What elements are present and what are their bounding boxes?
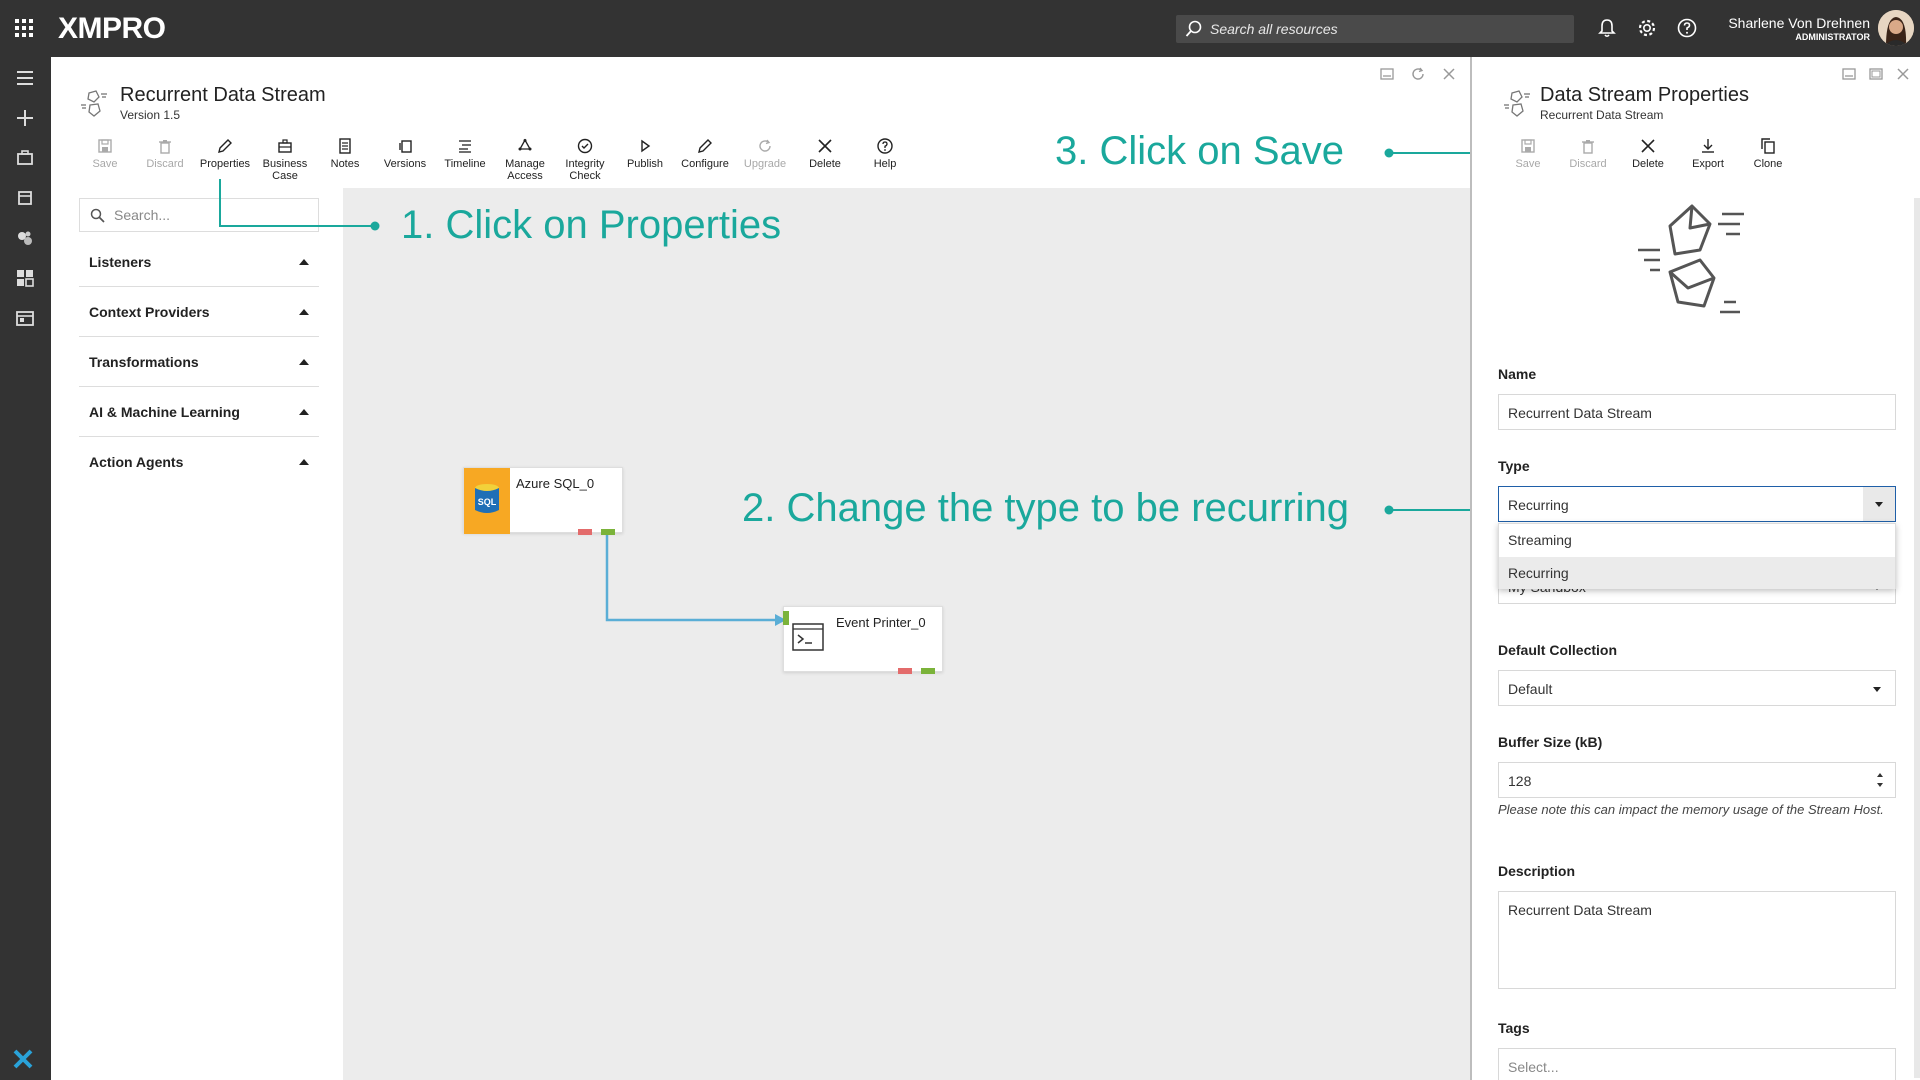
clone-label: Clone <box>1753 158 1783 170</box>
option-label: Recurring <box>1508 565 1569 581</box>
tags-label: Tags <box>1498 1020 1530 1036</box>
properties-title: Data Stream Properties <box>1540 84 1749 106</box>
maximize-icon[interactable] <box>1867 65 1885 83</box>
annotation-step-3: 3. Click on Save <box>1055 129 1345 173</box>
delete-button[interactable]: Delete <box>1618 137 1678 170</box>
default-collection-value: Default <box>1508 681 1553 697</box>
save-icon <box>1521 139 1535 153</box>
stepper-icon[interactable] <box>1875 769 1885 791</box>
annotation-step-2: 2. Change the type to be recurring <box>742 486 1350 530</box>
minimize-icon[interactable] <box>1840 65 1858 83</box>
name-value: Recurrent Data Stream <box>1508 405 1652 421</box>
export-label: Export <box>1692 158 1724 170</box>
properties-panel: Data Stream Properties Recurrent Data St… <box>1470 57 1920 1080</box>
chevron-down-icon <box>1873 687 1881 692</box>
data-stream-icon <box>1504 90 1530 117</box>
type-label: Type <box>1498 458 1530 474</box>
discard-button[interactable]: Discard <box>1558 137 1618 170</box>
type-dropdown-button[interactable] <box>1863 487 1895 521</box>
default-collection-label: Default Collection <box>1498 642 1618 658</box>
copy-icon <box>1761 138 1775 154</box>
type-value: Recurring <box>1508 497 1569 513</box>
properties-header: Data Stream Properties Recurrent Data St… <box>1472 57 1920 188</box>
name-label: Name <box>1498 366 1537 382</box>
export-button[interactable]: Export <box>1678 137 1738 170</box>
download-icon <box>1702 139 1714 153</box>
type-select[interactable]: Recurring <box>1498 486 1896 522</box>
tags-select[interactable]: Select... <box>1498 1048 1896 1080</box>
discard-label: Discard <box>1569 158 1607 170</box>
buffer-size-value: 128 <box>1508 773 1532 789</box>
tags-placeholder: Select... <box>1508 1059 1559 1075</box>
close-icon <box>1641 139 1655 153</box>
delete-label: Delete <box>1632 158 1664 170</box>
save-button[interactable]: Save <box>1498 137 1558 170</box>
data-stream-illustration-icon <box>1638 204 1744 314</box>
properties-toolbar: Save Discard Delete Export Clone <box>1498 137 1798 187</box>
description-value: Recurrent Data Stream <box>1508 902 1652 918</box>
buffer-size-input[interactable]: 128 <box>1498 762 1896 798</box>
annotation-step-1: 1. Click on Properties <box>401 203 782 247</box>
buffer-size-note: Please note this can impact the memory u… <box>1498 802 1884 817</box>
type-dropdown-list: Streaming Recurring <box>1498 523 1896 589</box>
properties-subtitle: Recurrent Data Stream <box>1540 108 1664 122</box>
dropdown-option-streaming[interactable]: Streaming <box>1499 524 1895 556</box>
scrollbar[interactable] <box>1914 198 1920 1078</box>
option-label: Streaming <box>1508 532 1572 548</box>
dropdown-option-recurring[interactable]: Recurring <box>1499 557 1895 589</box>
description-label: Description <box>1498 863 1576 879</box>
name-field[interactable]: Recurrent Data Stream <box>1498 394 1896 430</box>
trash-icon <box>1582 140 1594 154</box>
buffer-size-label: Buffer Size (kB) <box>1498 734 1603 750</box>
properties-body: Name Recurrent Data Stream Type Recurrin… <box>1472 188 1920 1080</box>
save-label: Save <box>1515 158 1541 170</box>
close-icon[interactable] <box>1894 65 1912 83</box>
default-collection-select[interactable]: Default <box>1498 670 1896 706</box>
clone-button[interactable]: Clone <box>1738 137 1798 170</box>
chevron-down-icon <box>1875 502 1883 507</box>
description-textarea[interactable]: Recurrent Data Stream <box>1498 891 1896 989</box>
